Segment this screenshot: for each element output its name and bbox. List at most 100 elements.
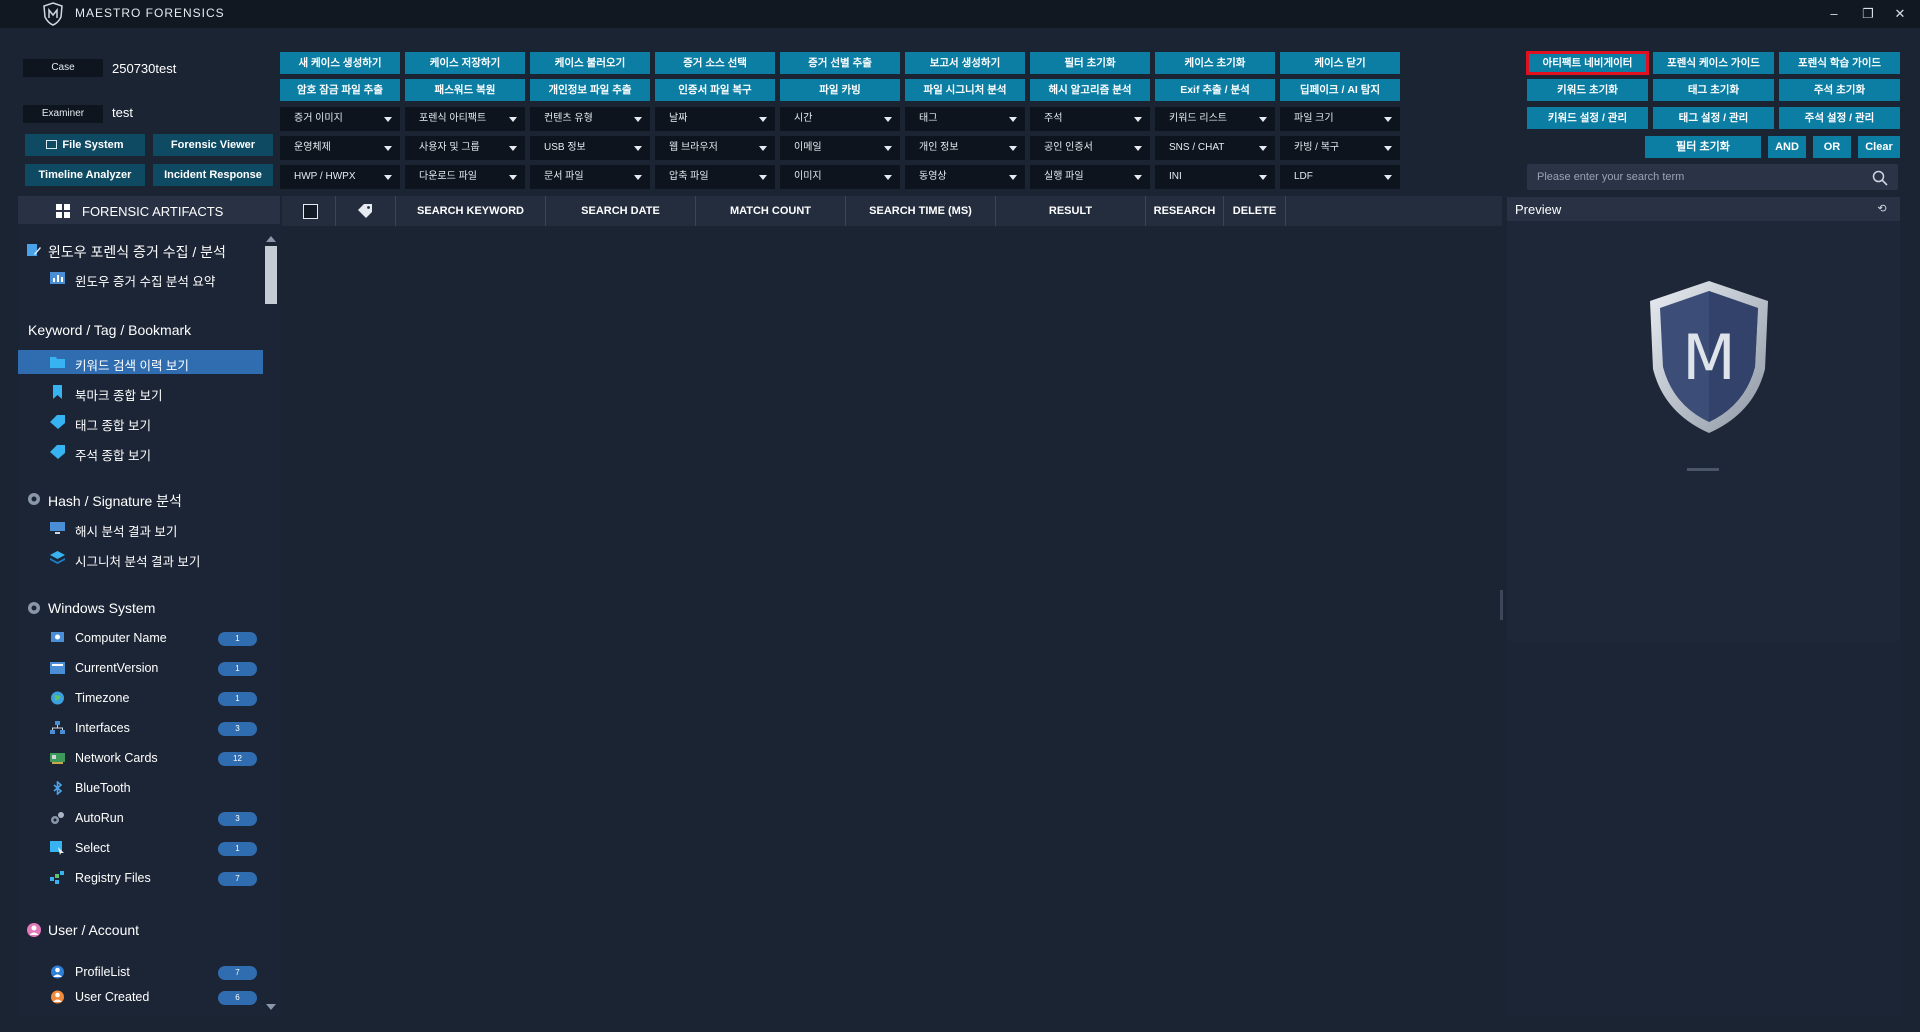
new-case-button[interactable]: 새 케이스 생성하기 (280, 52, 400, 74)
extract-locked-files-button[interactable]: 암호 잠금 파일 추출 (280, 79, 400, 101)
column-search-keyword[interactable]: SEARCH KEYWORD (396, 196, 546, 226)
dropdown-usb-info[interactable]: USB 정보 (530, 136, 650, 160)
or-button[interactable]: OR (1813, 136, 1851, 158)
dropdown-certificate[interactable]: 공인 인증서 (1030, 136, 1150, 160)
sidebar-item-timezone[interactable]: Timezone 1 (18, 686, 263, 710)
select-all-checkbox[interactable] (303, 204, 318, 219)
deepfake-detection-button[interactable]: 딥페이크 / AI 탐지 (1280, 79, 1400, 101)
sidebar-item-interfaces[interactable]: Interfaces 3 (18, 716, 263, 740)
reset-tag-button[interactable]: 태그 초기화 (1653, 79, 1774, 101)
sidebar-item-windows-summary[interactable]: 윈도우 증거 수집 분석 요약 (18, 266, 263, 290)
file-system-button[interactable]: File System (25, 134, 145, 156)
keyword-settings-button[interactable]: 키워드 설정 / 관리 (1527, 107, 1648, 129)
filter-reset-button[interactable]: 필터 초기화 (1645, 136, 1761, 158)
dropdown-forensic-artifact[interactable]: 포렌식 아티팩트 (405, 107, 525, 131)
dropdown-keyword-list[interactable]: 키워드 리스트 (1155, 107, 1275, 131)
and-button[interactable]: AND (1768, 136, 1806, 158)
dropdown-date[interactable]: 날짜 (655, 107, 775, 131)
artifact-navigator-button[interactable]: 아티팩트 네비게이터 (1526, 51, 1649, 75)
comment-settings-button[interactable]: 주석 설정 / 관리 (1779, 107, 1900, 129)
scroll-up-icon[interactable] (266, 236, 276, 242)
sidebar-item-select[interactable]: Select 1 (18, 836, 263, 860)
dropdown-email[interactable]: 이메일 (780, 136, 900, 160)
column-research[interactable]: RESEARCH (1146, 196, 1224, 226)
sidebar-item-tags[interactable]: 태그 종합 보기 (18, 410, 263, 434)
sidebar-item-comments[interactable]: 주석 종합 보기 (18, 440, 263, 464)
save-case-button[interactable]: 케이스 저장하기 (405, 52, 525, 74)
dropdown-ldf[interactable]: LDF (1280, 165, 1400, 189)
dropdown-web-browser[interactable]: 웹 브라우저 (655, 136, 775, 160)
sidebar-item-current-version[interactable]: CurrentVersion 1 (18, 656, 263, 680)
extract-evidence-button[interactable]: 증거 선별 추출 (780, 52, 900, 74)
create-report-button[interactable]: 보고서 생성하기 (905, 52, 1025, 74)
close-button[interactable]: ✕ (1891, 5, 1909, 23)
dropdown-documents[interactable]: 문서 파일 (530, 165, 650, 189)
dropdown-personal-info[interactable]: 개인 정보 (905, 136, 1025, 160)
recover-certificates-button[interactable]: 인증서 파일 복구 (655, 79, 775, 101)
reset-comment-button[interactable]: 주석 초기화 (1779, 79, 1900, 101)
column-result[interactable]: RESULT (996, 196, 1146, 226)
file-signature-analysis-button[interactable]: 파일 시그니처 분석 (905, 79, 1025, 101)
tag-settings-button[interactable]: 태그 설정 / 관리 (1653, 107, 1774, 129)
forensic-viewer-button[interactable]: Forensic Viewer (153, 134, 273, 156)
dropdown-comment[interactable]: 주석 (1030, 107, 1150, 131)
dropdown-tag[interactable]: 태그 (905, 107, 1025, 131)
password-recovery-button[interactable]: 패스워드 복원 (405, 79, 525, 101)
scroll-down-icon[interactable] (266, 1004, 276, 1010)
reset-filter-button[interactable]: 필터 초기화 (1030, 52, 1150, 74)
load-case-button[interactable]: 케이스 불러오기 (530, 52, 650, 74)
reset-keyword-button[interactable]: 키워드 초기화 (1527, 79, 1648, 101)
dropdown-evidence-image[interactable]: 증거 이미지 (280, 107, 400, 131)
extract-personal-files-button[interactable]: 개인정보 파일 추출 (530, 79, 650, 101)
sidebar-item-keyword-history[interactable]: 키워드 검색 이력 보기 (18, 350, 263, 374)
column-search-time[interactable]: SEARCH TIME (MS) (846, 196, 996, 226)
sidebar-item-hash-results[interactable]: 해시 분석 결과 보기 (18, 516, 263, 540)
sidebar-scroll-thumb[interactable] (265, 246, 277, 304)
reset-case-button[interactable]: 케이스 초기화 (1155, 52, 1275, 74)
minimize-button[interactable]: ‒ (1825, 5, 1843, 23)
search-icon[interactable] (1872, 170, 1888, 186)
column-match-count[interactable]: MATCH COUNT (696, 196, 846, 226)
sidebar-item-autorun[interactable]: AutoRun 3 (18, 806, 263, 830)
sidebar-item-bookmarks[interactable]: 북마크 종합 보기 (18, 380, 263, 404)
forensic-learning-guide-button[interactable]: 포렌식 학습 가이드 (1779, 52, 1900, 74)
column-search-date[interactable]: SEARCH DATE (546, 196, 696, 226)
sidebar-item-registry-files[interactable]: Registry Files 7 (18, 866, 263, 890)
timeline-analyzer-button[interactable]: Timeline Analyzer (25, 164, 145, 186)
column-delete[interactable]: DELETE (1224, 196, 1286, 226)
clear-button[interactable]: Clear (1858, 136, 1900, 158)
dropdown-images[interactable]: 이미지 (780, 165, 900, 189)
dropdown-os[interactable]: 운영체제 (280, 136, 400, 160)
sidebar-scrollbar[interactable] (264, 236, 276, 1014)
sidebar-item-bluetooth[interactable]: BlueTooth (18, 776, 263, 800)
restore-button[interactable]: ❐ (1859, 5, 1877, 23)
dropdown-time[interactable]: 시간 (780, 107, 900, 131)
sidebar-item-profile-list[interactable]: ProfileList 7 (18, 960, 263, 984)
dropdown-archives[interactable]: 압축 파일 (655, 165, 775, 189)
select-evidence-source-button[interactable]: 증거 소스 선택 (655, 52, 775, 74)
file-carving-button[interactable]: 파일 카빙 (780, 79, 900, 101)
dropdown-downloads[interactable]: 다운로드 파일 (405, 165, 525, 189)
dropdown-file-size[interactable]: 파일 크기 (1280, 107, 1400, 131)
sidebar-item-signature-results[interactable]: 시그니처 분석 결과 보기 (18, 546, 263, 570)
dropdown-hwp[interactable]: HWP / HWPX (280, 165, 400, 189)
dropdown-content-type[interactable]: 컨텐츠 유형 (530, 107, 650, 131)
incident-response-button[interactable]: Incident Response (153, 164, 273, 186)
dropdown-carving-recovery[interactable]: 카빙 / 복구 (1280, 136, 1400, 160)
dropdown-executables[interactable]: 실행 파일 (1030, 165, 1150, 189)
tag-icon[interactable] (358, 204, 373, 218)
dropdown-sns-chat[interactable]: SNS / CHAT (1155, 136, 1275, 160)
exif-analysis-button[interactable]: Exif 추출 / 분석 (1155, 79, 1275, 101)
dropdown-videos[interactable]: 동영상 (905, 165, 1025, 189)
dropdown-users-groups[interactable]: 사용자 및 그룹 (405, 136, 525, 160)
close-case-button[interactable]: 케이스 닫기 (1280, 52, 1400, 74)
sidebar-item-computer-name[interactable]: Computer Name 1 (18, 626, 263, 650)
search-input[interactable] (1537, 164, 1857, 190)
sidebar-item-network-cards[interactable]: Network Cards 12 (18, 746, 263, 770)
dropdown-ini[interactable]: INI (1155, 165, 1275, 189)
forensic-case-guide-button[interactable]: 포렌식 케이스 가이드 (1653, 52, 1774, 74)
panel-splitter[interactable] (1500, 590, 1503, 620)
hash-analysis-button[interactable]: 해시 알고리즘 분석 (1030, 79, 1150, 101)
preview-resize-handle[interactable] (1687, 468, 1719, 471)
refresh-icon[interactable]: ⟲ (1874, 202, 1890, 218)
